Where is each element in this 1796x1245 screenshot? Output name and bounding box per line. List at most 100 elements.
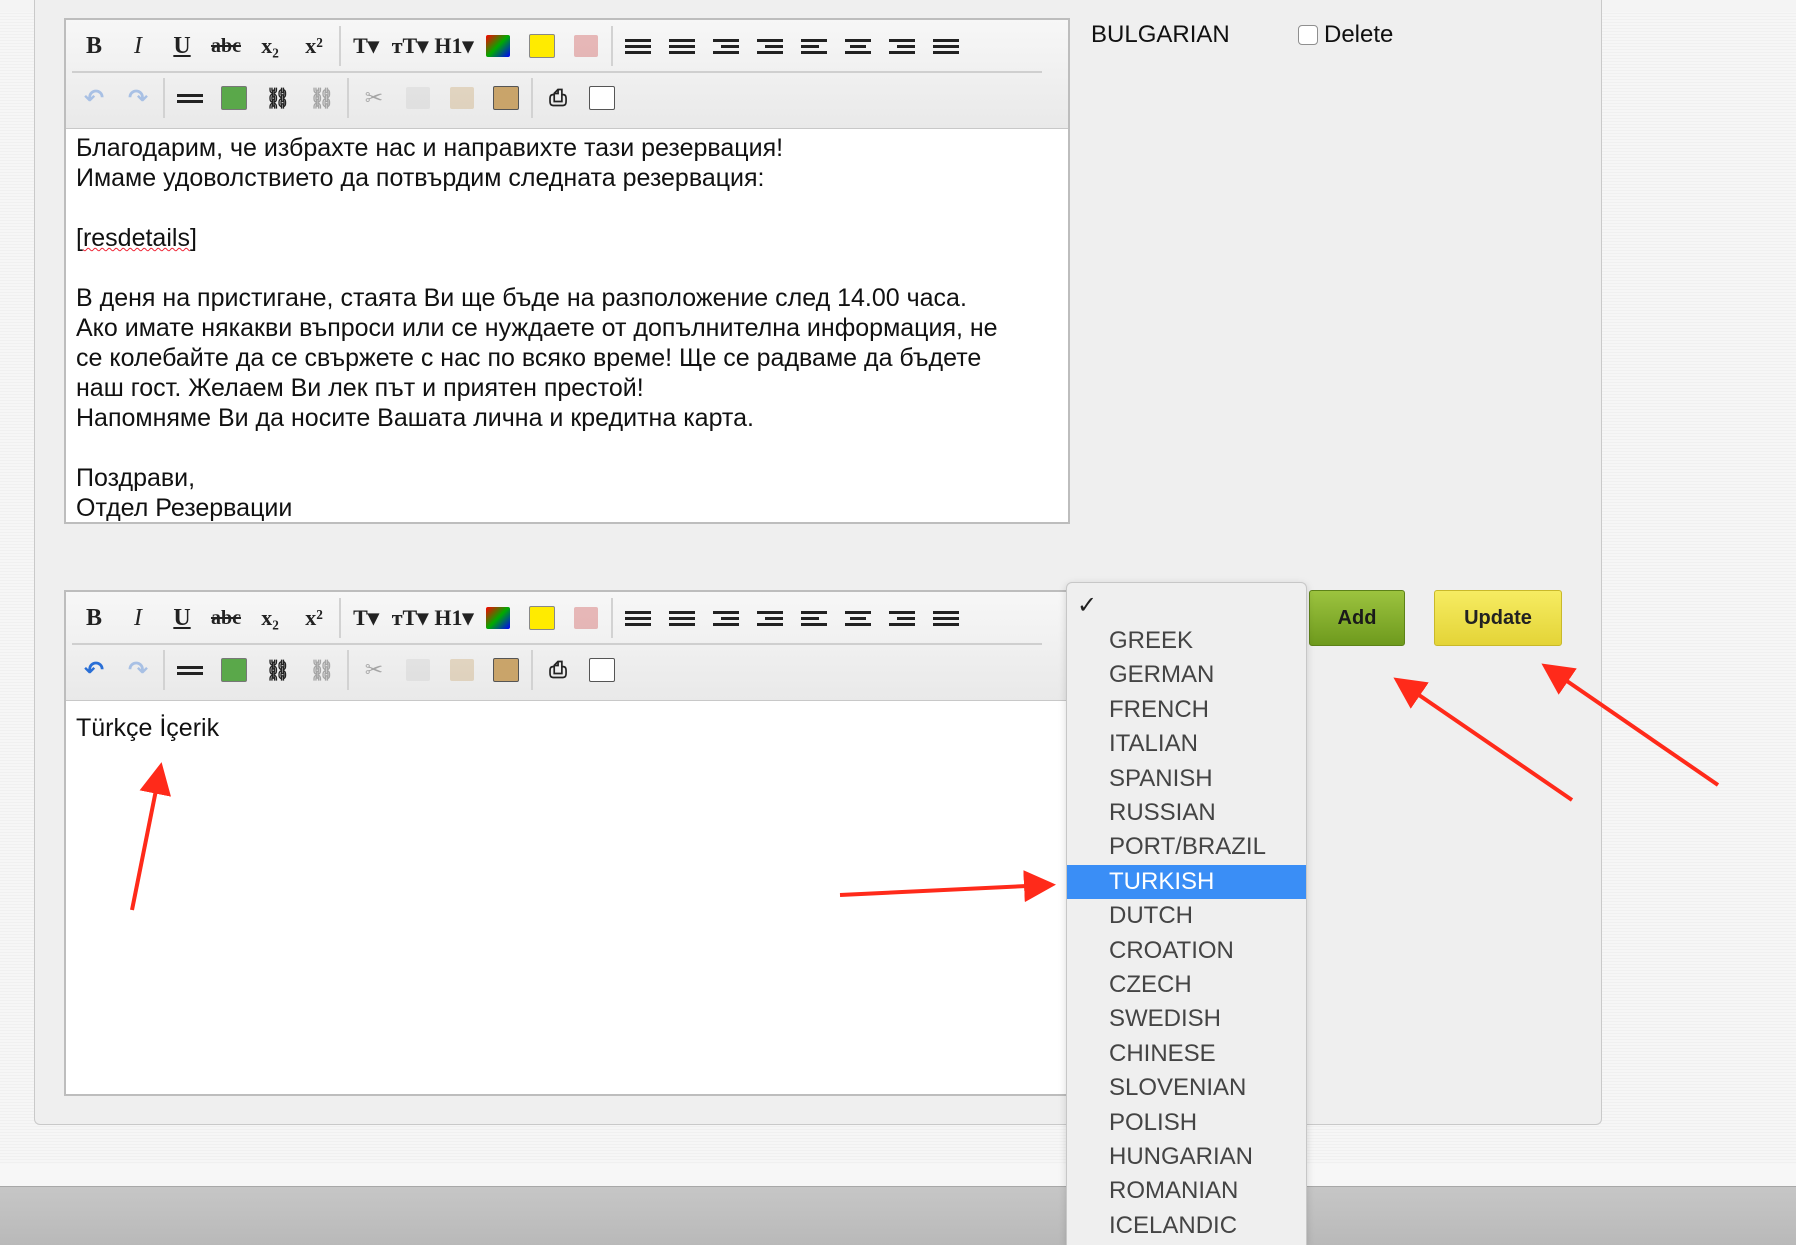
align-center-icon[interactable]: [836, 25, 880, 67]
highlight-icon[interactable]: [520, 597, 564, 639]
editor-toolbar: B I U abc x₂ x² T▾ тT▾ H1▾ ↶ ↷ ⛓ ⛓ ✂ ⎙: [66, 592, 1068, 701]
paste-icon[interactable]: [440, 649, 484, 691]
clear-format-icon[interactable]: [564, 597, 608, 639]
redo-icon[interactable]: ↷: [116, 77, 160, 119]
source-code-icon[interactable]: [580, 649, 624, 691]
highlight-icon[interactable]: [520, 25, 564, 67]
subscript-button[interactable]: x₂: [248, 597, 292, 639]
language-option-greek[interactable]: GREEK: [1067, 624, 1306, 658]
text-color-icon[interactable]: [476, 25, 520, 67]
numbered-list-icon[interactable]: [660, 597, 704, 639]
delete-option[interactable]: Delete: [1298, 21, 1393, 49]
subscript-button[interactable]: x₂: [248, 25, 292, 67]
copy-icon[interactable]: [396, 77, 440, 119]
numbered-list-icon[interactable]: [660, 25, 704, 67]
language-option-romanian[interactable]: ROMANIAN: [1067, 1174, 1306, 1208]
horizontal-rule-icon[interactable]: [168, 649, 212, 691]
bullet-list-icon[interactable]: [616, 597, 660, 639]
insert-link-icon[interactable]: ⛓: [256, 77, 300, 119]
bold-button[interactable]: B: [72, 25, 116, 67]
language-option-german[interactable]: GERMAN: [1067, 658, 1306, 692]
editor-line: Имаме удоволствието да потвърдим следнат…: [76, 164, 765, 192]
paste-icon[interactable]: [440, 77, 484, 119]
language-option-chinese[interactable]: CHINESE: [1067, 1037, 1306, 1071]
language-option-polish[interactable]: POLISH: [1067, 1106, 1306, 1140]
undo-icon[interactable]: ↶: [72, 77, 116, 119]
language-option-swedish[interactable]: SWEDISH: [1067, 1002, 1306, 1036]
align-center-icon[interactable]: [836, 597, 880, 639]
editor-content[interactable]: Türkçe İçerik: [66, 701, 1068, 747]
heading-button[interactable]: H1▾: [432, 597, 476, 639]
source-code-icon[interactable]: [580, 77, 624, 119]
toolbar-separator: [163, 650, 165, 690]
align-right-icon[interactable]: [880, 25, 924, 67]
toolbar-separator: [339, 26, 341, 66]
clear-format-icon[interactable]: [564, 25, 608, 67]
italic-button[interactable]: I: [116, 25, 160, 67]
language-option-port-brazil[interactable]: PORT/BRAZIL: [1067, 830, 1306, 864]
bold-button[interactable]: B: [72, 597, 116, 639]
align-right-icon[interactable]: [880, 597, 924, 639]
redo-icon[interactable]: ↷: [116, 649, 160, 691]
outdent-icon[interactable]: [704, 25, 748, 67]
language-option-icelandic[interactable]: ICELANDIC: [1067, 1209, 1306, 1243]
language-option-croation[interactable]: CROATION: [1067, 934, 1306, 968]
insert-image-icon[interactable]: [212, 649, 256, 691]
font-family-button[interactable]: T▾: [344, 25, 388, 67]
update-button[interactable]: Update: [1434, 590, 1562, 646]
unlink-icon[interactable]: ⛓: [300, 77, 344, 119]
unlink-icon[interactable]: ⛓: [300, 649, 344, 691]
language-option-french[interactable]: FRENCH: [1067, 693, 1306, 727]
align-left-icon[interactable]: [792, 597, 836, 639]
language-option-turkish[interactable]: TURKISH: [1067, 864, 1306, 899]
language-select-dropdown[interactable]: ✓ GREEK GERMAN FRENCH ITALIAN SPANISH RUSSIAN…: [1066, 582, 1307, 1245]
email-editor-new-language[interactable]: B I U abc x₂ x² T▾ тT▾ H1▾ ↶ ↷ ⛓ ⛓ ✂ ⎙ T…: [64, 590, 1070, 1096]
bullet-list-icon[interactable]: [616, 25, 660, 67]
horizontal-rule-icon[interactable]: [168, 77, 212, 119]
underline-button[interactable]: U: [160, 597, 204, 639]
font-family-button[interactable]: T▾: [344, 597, 388, 639]
editor-content[interactable]: Благодарим, че избрахте нас и направихте…: [66, 129, 1068, 527]
cut-icon[interactable]: ✂: [352, 649, 396, 691]
underline-button[interactable]: U: [160, 25, 204, 67]
toolbar-separator: [347, 78, 349, 118]
language-option-spanish[interactable]: SPANISH: [1067, 762, 1306, 796]
add-button[interactable]: Add: [1309, 590, 1405, 646]
language-option-hungarian[interactable]: HUNGARIAN: [1067, 1140, 1306, 1174]
paste-text-icon[interactable]: [484, 77, 528, 119]
indent-icon[interactable]: [748, 25, 792, 67]
paste-text-icon[interactable]: [484, 649, 528, 691]
heading-button[interactable]: H1▾: [432, 25, 476, 67]
font-size-button[interactable]: тT▾: [388, 597, 432, 639]
delete-checkbox[interactable]: [1298, 25, 1318, 45]
language-option-czech[interactable]: CZECH: [1067, 968, 1306, 1002]
language-option-slovenian[interactable]: SLOVENIAN: [1067, 1071, 1306, 1105]
undo-icon[interactable]: ↶: [72, 649, 116, 691]
outdent-icon[interactable]: [704, 597, 748, 639]
insert-image-icon[interactable]: [212, 77, 256, 119]
print-icon[interactable]: ⎙: [536, 77, 580, 119]
print-icon[interactable]: ⎙: [536, 649, 580, 691]
text-color-icon[interactable]: [476, 597, 520, 639]
language-option-dutch[interactable]: DUTCH: [1067, 899, 1306, 933]
strikethrough-button[interactable]: abc: [204, 597, 248, 639]
copy-icon[interactable]: [396, 649, 440, 691]
email-editor-bulgarian[interactable]: B I U abc x₂ x² T▾ тT▾ H1▾ ↶ ↷ ⛓ ⛓ ✂ ⎙ Б…: [64, 18, 1070, 524]
language-option-russian[interactable]: RUSSIAN: [1067, 796, 1306, 830]
justify-icon[interactable]: [924, 25, 968, 67]
italic-button[interactable]: I: [116, 597, 160, 639]
editor-toolbar: B I U abc x₂ x² T▾ тT▾ H1▾ ↶ ↷ ⛓ ⛓ ✂ ⎙: [66, 20, 1068, 129]
language-option-italian[interactable]: ITALIAN: [1067, 727, 1306, 761]
font-size-button[interactable]: тT▾: [388, 25, 432, 67]
cut-icon[interactable]: ✂: [352, 77, 396, 119]
indent-icon[interactable]: [748, 597, 792, 639]
align-left-icon[interactable]: [792, 25, 836, 67]
superscript-button[interactable]: x²: [292, 597, 336, 639]
strikethrough-button[interactable]: abc: [204, 25, 248, 67]
bottom-bar: [0, 1186, 1796, 1245]
justify-icon[interactable]: [924, 597, 968, 639]
superscript-button[interactable]: x²: [292, 25, 336, 67]
toolbar-separator: [531, 650, 533, 690]
insert-link-icon[interactable]: ⛓: [256, 649, 300, 691]
